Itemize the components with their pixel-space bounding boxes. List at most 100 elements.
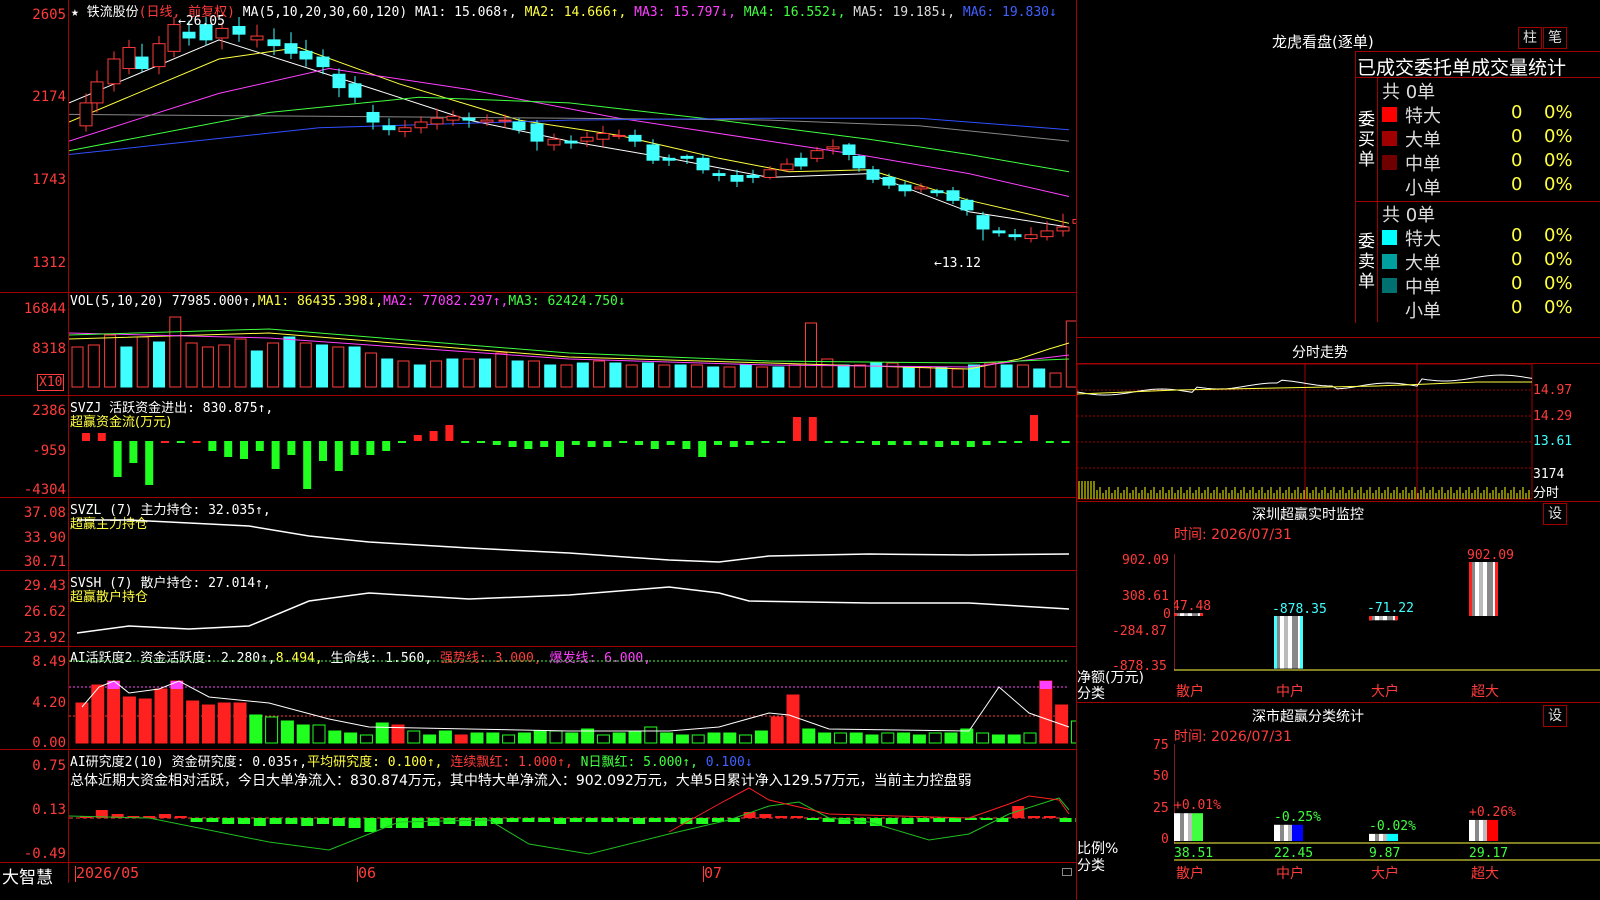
intraday-chart[interactable] <box>1077 364 1533 500</box>
volume-bar <box>821 358 834 388</box>
candle <box>1040 230 1054 238</box>
candle <box>480 119 494 123</box>
order-row: 中单 0 0% <box>1378 150 1600 175</box>
ratio-delta: +0.26% <box>1469 805 1516 820</box>
ratio-value: 29.17 <box>1469 846 1508 861</box>
research-bar <box>301 818 314 826</box>
research-bar <box>427 818 440 826</box>
candle <box>712 173 726 177</box>
activity-bar <box>754 730 768 744</box>
activity-bar <box>359 734 373 744</box>
stats-settings-button[interactable]: 设 <box>1543 705 1567 727</box>
research-bar <box>238 818 250 824</box>
ma-line-6 <box>69 117 1070 155</box>
sell-side-label: 委卖单 <box>1358 232 1375 292</box>
volume-bar <box>935 366 948 388</box>
buy-rows: 共 0单 特大 0 0% 大单 0 0% 中单 0 0% 小单 0 0% <box>1378 78 1600 201</box>
research-bar <box>633 818 645 824</box>
net-flow-bar <box>1369 616 1398 621</box>
ratio-bar-chart[interactable]: +0.01% 38.51 散户 -0.25% 22.45 中户 -0.02% 9.87 大户 +0… <box>1174 744 1600 900</box>
research-bar <box>870 818 882 826</box>
research-bar <box>490 818 503 824</box>
volume-bar <box>642 362 654 388</box>
candle <box>992 230 1006 234</box>
flow-bar <box>192 441 201 443</box>
volume-bar <box>658 364 671 388</box>
flow-bar <box>382 441 391 451</box>
flow-bar <box>666 441 675 445</box>
activity-bar <box>739 734 753 744</box>
activity-bar <box>486 732 500 744</box>
candlestick-chart[interactable] <box>69 0 1076 292</box>
volume-bar <box>674 364 687 388</box>
volume-bar <box>1033 368 1046 388</box>
research-bar <box>775 816 788 818</box>
ratio-bar <box>1369 833 1398 841</box>
flow-bar <box>429 431 438 441</box>
flow-bar <box>872 441 880 445</box>
candle <box>107 58 121 85</box>
longhu-title: 龙虎看盘(逐单) <box>1272 33 1374 51</box>
research-bar <box>791 816 803 818</box>
candle <box>842 144 856 155</box>
monitor-xlabel: 分类 <box>1077 686 1105 702</box>
net-flow-bar-chart[interactable]: 47.48 散户 -878.35 中户 -71.22 大户 902.09 超大 <box>1174 540 1600 702</box>
research-bar <box>522 818 535 822</box>
main-chart-area[interactable]: ★ 铁流股份(日线, 前复权) MA(5,10,20,30,60,120) MA… <box>0 0 1077 900</box>
activity-bar <box>770 716 784 744</box>
pen-mode-button[interactable]: 笔 <box>1543 27 1567 49</box>
activity-bar <box>786 694 800 744</box>
activity-bar <box>1039 680 1053 744</box>
activity-bar <box>280 720 294 744</box>
activity-bar <box>644 726 658 744</box>
candle <box>763 169 777 178</box>
research-bar <box>348 818 361 828</box>
activity-bar <box>107 680 121 744</box>
monitor-title: 深圳超赢实时监控 <box>1252 507 1364 523</box>
main-holding-chart[interactable] <box>69 498 1076 570</box>
candle <box>852 155 866 169</box>
activity-bar <box>565 732 579 744</box>
volume-bar <box>267 342 280 388</box>
fund-flow-chart[interactable] <box>69 396 1076 497</box>
volume-bar <box>625 364 638 388</box>
activity-bar <box>438 730 452 744</box>
bar-mode-button[interactable]: 柱 <box>1518 27 1542 49</box>
stats-title: 深市超赢分类统计 <box>1252 709 1364 725</box>
ratio-value: 22.45 <box>1274 846 1313 861</box>
activity-chart[interactable] <box>69 647 1076 749</box>
volume-bar <box>707 366 720 388</box>
candle <box>680 155 694 159</box>
volume-bar <box>71 346 84 388</box>
research-red-line <box>668 787 1070 833</box>
candle <box>794 157 808 167</box>
volume-bar <box>234 338 247 388</box>
retail-holding-chart[interactable] <box>69 571 1076 646</box>
volume-bar <box>805 322 817 388</box>
candle <box>746 175 760 178</box>
flow-bar <box>903 441 912 445</box>
longhu-tabs[interactable]: 已成交委托单成交量统计 <box>1357 53 1566 80</box>
flow-bar <box>176 441 185 443</box>
research-bar <box>174 816 187 818</box>
app-logo[interactable]: 大智慧 <box>2 863 53 888</box>
candle <box>250 35 264 41</box>
flow-bar <box>951 441 959 445</box>
volume-chart[interactable] <box>69 293 1076 395</box>
monitor-settings-button[interactable]: 设 <box>1543 503 1567 525</box>
ratio-delta: +0.01% <box>1174 798 1221 813</box>
volume-bar <box>495 352 508 388</box>
fenshi-title: 分时走势 <box>1292 345 1348 361</box>
activity-bar <box>217 702 231 744</box>
flow-bar <box>445 425 454 441</box>
flow-bar <box>240 441 248 459</box>
activity-bar <box>122 696 136 744</box>
volume-bar <box>756 366 769 388</box>
research-chart[interactable] <box>69 750 1076 862</box>
candle <box>122 47 136 70</box>
activity-bar <box>407 730 421 744</box>
candle <box>960 199 974 211</box>
activity-bar <box>265 716 279 744</box>
flow-bar <box>334 441 343 471</box>
research-bar <box>506 818 519 822</box>
